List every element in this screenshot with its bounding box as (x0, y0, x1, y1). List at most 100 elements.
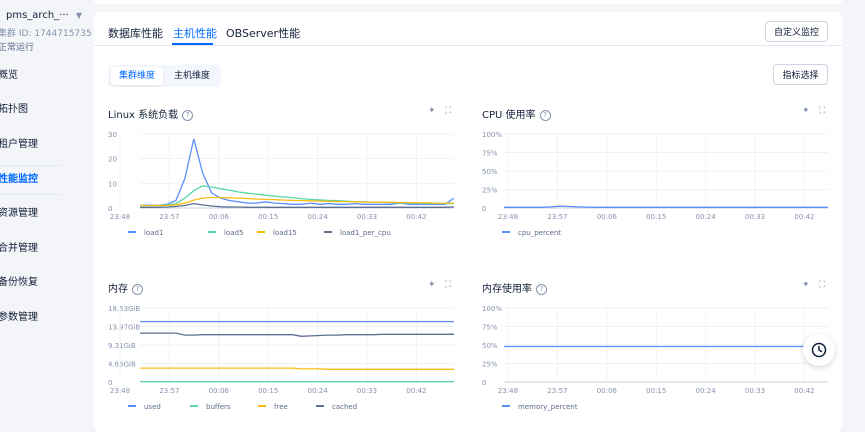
chart-title-text: 内存使用率 (482, 284, 532, 295)
chart-title-text: Linux 系统负载 (108, 110, 179, 121)
x-tick-label: 00:24 (696, 213, 717, 221)
x-tick-label: 23:48 (110, 387, 130, 395)
x-tick-label: 00:42 (794, 213, 814, 221)
chevron-down-icon: ▼ (75, 11, 83, 20)
series-line-cpu_percent (504, 205, 828, 208)
pin-icon[interactable]: ✦ (428, 280, 436, 290)
legend-label: load5 (224, 229, 243, 237)
y-tick-label: 4.66GiB (108, 361, 136, 369)
sidebar-item-overview[interactable]: 概览 (0, 64, 90, 88)
fullscreen-icon[interactable]: ⛶ (819, 280, 825, 290)
legend-label: cpu_percent (518, 229, 561, 237)
legend-label: buffers (206, 403, 231, 411)
cluster-name: pms_arch_··· (6, 10, 69, 21)
cpu-chart: 100% 75% 50% 25% 0 23:48 23:57 00:06 00:15 00:24 0… (482, 131, 828, 237)
sidebar-item-tenants[interactable]: 租户管理 (0, 133, 90, 157)
tab-host-dimension[interactable]: 主机维度 (165, 67, 219, 85)
x-tick-label: 00:06 (597, 387, 618, 395)
x-tick-label: 00:33 (745, 213, 765, 221)
x-tick-label: 23:57 (159, 213, 179, 221)
legend-label: free (274, 403, 288, 411)
y-tick-label: 25% (482, 361, 498, 369)
legend-label: load15 (273, 229, 297, 237)
x-tick-label: 00:15 (646, 213, 666, 221)
y-tick-label: 75% (482, 150, 498, 158)
sidebar: pms_arch_··· ▼ 集群 ID: 1744715735 正常运行 概览… (0, 0, 92, 416)
help-icon[interactable]: ? (536, 284, 547, 295)
y-tick-label: 0 (482, 379, 486, 387)
x-tick-label: 23:48 (110, 213, 130, 221)
help-icon[interactable]: ? (182, 110, 194, 121)
y-tick-label: 18.63GiB (108, 305, 140, 313)
x-tick-label: 00:24 (696, 387, 717, 395)
sidebar-item-backup[interactable]: 备份恢复 (0, 271, 90, 295)
x-tick-label: 00:24 (308, 213, 329, 221)
y-tick-label: 10 (108, 180, 117, 188)
sidebar-item-performance[interactable]: 性能监控 (0, 168, 90, 192)
pin-icon[interactable]: ✦ (428, 106, 436, 116)
fullscreen-icon[interactable]: ⛶ (819, 106, 825, 116)
chart-title-text: 内存 (108, 284, 128, 295)
x-tick-label: 00:33 (357, 387, 377, 395)
y-tick-label: 50% (482, 168, 498, 176)
y-tick-label: 0 (108, 379, 112, 387)
fullscreen-icon[interactable]: ⛶ (445, 106, 451, 116)
cluster-selector[interactable]: pms_arch_··· ▼ (6, 10, 82, 21)
x-tick-label: 00:42 (406, 387, 426, 395)
legend-label: load1 (144, 229, 163, 237)
y-tick-label: 50% (482, 342, 498, 350)
y-tick-label: 13.97GiB (108, 324, 140, 332)
cluster-id: 集群 ID: 1744715735 (0, 29, 92, 39)
metric-select-button[interactable]: 指标选择 (773, 64, 828, 85)
sidebar-item-topology[interactable]: 拓扑图 (0, 98, 90, 122)
series-line-free (140, 367, 454, 370)
y-tick-label: 100% (482, 131, 502, 139)
x-tick-label: 00:15 (646, 387, 666, 395)
legend-label: load1_per_cpu (340, 229, 391, 237)
sidebar-item-parameters[interactable]: 参数管理 (0, 306, 90, 330)
legend-label: memory_percent (518, 403, 578, 411)
y-tick-label: 0 (108, 205, 112, 213)
y-tick-label: 30 (108, 131, 117, 139)
tab-cluster-dimension[interactable]: 集群维度 (111, 67, 163, 85)
y-tick-label: 0 (482, 205, 486, 213)
pin-icon[interactable]: ✦ (802, 106, 810, 116)
top-card-edge (94, 0, 842, 4)
chart-title-text: CPU 使用率 (482, 110, 536, 121)
x-tick-label: 23:57 (547, 387, 567, 395)
legend-label: used (144, 403, 161, 411)
help-icon[interactable]: ? (539, 110, 551, 121)
x-tick-label: 00:15 (258, 387, 278, 395)
help-icon[interactable]: ? (132, 284, 143, 295)
clock-icon (811, 342, 827, 358)
dimension-switch: 集群维度 主机维度 (108, 65, 221, 87)
x-tick-label: 00:33 (357, 213, 377, 221)
chart-title-memory: 内存? (108, 280, 143, 295)
x-tick-label: 00:42 (406, 213, 426, 221)
x-tick-label: 23:48 (498, 213, 518, 221)
sidebar-divider (0, 194, 60, 195)
memory-chart: 18.63GiB 13.97GiB 9.31GiB 4.66GiB 023:48 23:5… (108, 305, 454, 411)
x-tick-label: 00:06 (209, 387, 230, 395)
y-tick-label: 25% (482, 187, 498, 195)
tab-database-performance[interactable]: 数据库性能 (108, 25, 163, 41)
tab-observer-performance[interactable]: OBServer性能 (226, 25, 300, 41)
sidebar-item-resources[interactable]: 资源管理 (0, 202, 90, 226)
x-tick-label: 00:06 (597, 213, 618, 221)
history-button[interactable] (803, 334, 835, 366)
y-tick-label: 20 (108, 156, 117, 164)
custom-monitor-button[interactable]: 自定义监控 (765, 21, 828, 42)
memory-percent-chart: 100% 75% 50% 25% 0 23:48 23:57 00:06 00:15 00:24 0… (482, 305, 828, 411)
chart-title-cpu: CPU 使用率? (482, 106, 551, 121)
x-tick-label: 00:06 (209, 213, 230, 221)
fullscreen-icon[interactable]: ⛶ (445, 280, 451, 290)
y-tick-label: 75% (482, 324, 498, 332)
sidebar-item-merge[interactable]: 合并管理 (0, 237, 90, 261)
x-tick-label: 00:15 (258, 213, 278, 221)
y-tick-label: 9.31GiB (108, 342, 136, 350)
sidebar-divider (0, 165, 60, 166)
x-tick-label: 23:48 (498, 387, 518, 395)
chart-title-memory-percent: 内存使用率? (482, 280, 547, 295)
pin-icon[interactable]: ✦ (802, 280, 810, 290)
tab-host-performance[interactable]: 主机性能 (173, 25, 217, 41)
